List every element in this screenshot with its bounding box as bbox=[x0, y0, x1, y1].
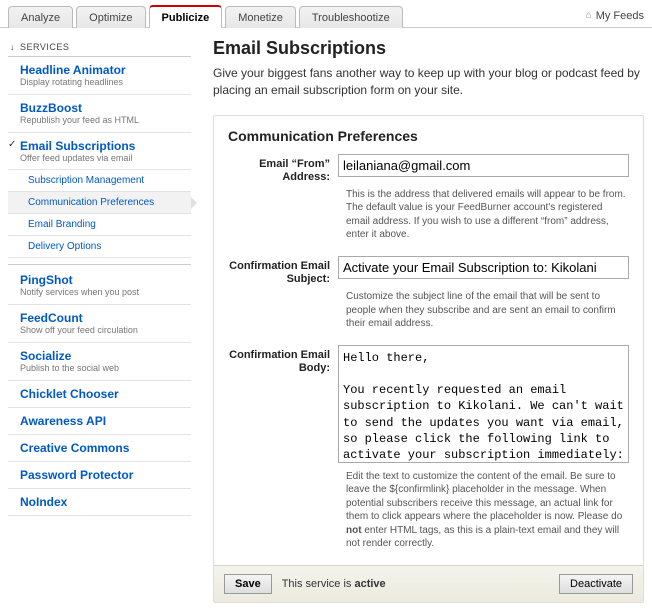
subject-help: Customize the subject line of the email … bbox=[346, 290, 629, 331]
sidebar-item-email-branding[interactable]: Email Branding bbox=[8, 214, 191, 236]
arrow-down-icon: ↓ bbox=[10, 42, 15, 52]
services-sidebar: ↓ SERVICES Headline AnimatorDisplay rota… bbox=[8, 38, 191, 603]
service-title: BuzzBoost bbox=[20, 101, 189, 115]
sidebar-item-delivery-options[interactable]: Delivery Options bbox=[8, 236, 191, 258]
page-intro: Give your biggest fans another way to ke… bbox=[213, 65, 644, 99]
service-desc: Show off your feed circulation bbox=[20, 325, 189, 336]
panel-title: Communication Preferences bbox=[228, 128, 629, 144]
service-desc: Offer feed updates via email bbox=[20, 153, 189, 164]
main-content: Email Subscriptions Give your biggest fa… bbox=[191, 38, 644, 603]
sidebar-header: ↓ SERVICES bbox=[8, 38, 191, 57]
subject-input[interactable] bbox=[338, 256, 629, 279]
my-feeds-link[interactable]: ⌂ My Feeds bbox=[586, 10, 644, 22]
sidebar-item-creative-commons[interactable]: Creative Commons bbox=[8, 435, 191, 462]
service-title: Communication Preferences bbox=[28, 197, 189, 208]
service-title: Creative Commons bbox=[20, 441, 189, 455]
service-title: Chicklet Chooser bbox=[20, 387, 189, 401]
sidebar-header-label: SERVICES bbox=[20, 42, 69, 52]
sidebar-item-headline-animator[interactable]: Headline AnimatorDisplay rotating headli… bbox=[8, 57, 191, 95]
service-desc: Display rotating headlines bbox=[20, 77, 189, 88]
from-label: Email “From” Address: bbox=[228, 154, 338, 184]
body-textarea[interactable] bbox=[338, 345, 629, 463]
tab-troubleshootize[interactable]: Troubleshootize bbox=[299, 6, 403, 28]
service-title: Socialize bbox=[20, 349, 189, 363]
service-desc: Publish to the social web bbox=[20, 363, 189, 374]
sidebar-item-email-subscriptions[interactable]: Email SubscriptionsOffer feed updates vi… bbox=[8, 133, 191, 171]
from-help: This is the address that delivered email… bbox=[346, 188, 629, 242]
sidebar-item-feedcount[interactable]: FeedCountShow off your feed circulation bbox=[8, 305, 191, 343]
home-icon: ⌂ bbox=[586, 10, 592, 21]
service-title: NoIndex bbox=[20, 495, 189, 509]
sidebar-item-noindex[interactable]: NoIndex bbox=[8, 489, 191, 516]
from-address-input[interactable] bbox=[338, 154, 629, 177]
my-feeds-label: My Feeds bbox=[596, 10, 644, 22]
tab-optimize[interactable]: Optimize bbox=[76, 6, 145, 28]
service-desc: Republish your feed as HTML bbox=[20, 115, 189, 126]
service-title: Awareness API bbox=[20, 414, 189, 428]
body-help: Edit the text to customize the content o… bbox=[346, 470, 629, 551]
service-title: Email Branding bbox=[28, 219, 189, 230]
service-title: Subscription Management bbox=[28, 175, 189, 186]
service-title: PingShot bbox=[20, 273, 189, 287]
service-title: Headline Animator bbox=[20, 63, 189, 77]
sidebar-item-socialize[interactable]: SocializePublish to the social web bbox=[8, 343, 191, 381]
tabs-bar: AnalyzeOptimizePublicizeMonetizeTroubles… bbox=[0, 0, 652, 28]
status-text: This service is active bbox=[282, 578, 386, 590]
service-title: Password Protector bbox=[20, 468, 189, 482]
sidebar-item-awareness-api[interactable]: Awareness API bbox=[8, 408, 191, 435]
tab-analyze[interactable]: Analyze bbox=[8, 6, 73, 28]
tab-publicize[interactable]: Publicize bbox=[149, 5, 223, 28]
service-desc: Notify services when you post bbox=[20, 287, 189, 298]
body-label: Confirmation Email Body: bbox=[228, 345, 338, 466]
subject-label: Confirmation Email Subject: bbox=[228, 256, 338, 286]
page-title: Email Subscriptions bbox=[213, 38, 644, 59]
deactivate-button[interactable]: Deactivate bbox=[559, 574, 633, 594]
service-title: FeedCount bbox=[20, 311, 189, 325]
service-title: Email Subscriptions bbox=[20, 139, 189, 153]
save-button[interactable]: Save bbox=[224, 574, 272, 594]
sidebar-item-password-protector[interactable]: Password Protector bbox=[8, 462, 191, 489]
panel-footer: Save This service is active Deactivate bbox=[214, 565, 643, 602]
service-title: Delivery Options bbox=[28, 241, 189, 252]
tab-monetize[interactable]: Monetize bbox=[225, 6, 296, 28]
comm-prefs-panel: Communication Preferences Email “From” A… bbox=[213, 115, 644, 603]
sidebar-item-chicklet-chooser[interactable]: Chicklet Chooser bbox=[8, 381, 191, 408]
sidebar-item-communication-preferences[interactable]: Communication Preferences bbox=[8, 192, 191, 214]
sidebar-item-buzzboost[interactable]: BuzzBoostRepublish your feed as HTML bbox=[8, 95, 191, 133]
sidebar-item-subscription-management[interactable]: Subscription Management bbox=[8, 170, 191, 192]
sidebar-item-pingshot[interactable]: PingShotNotify services when you post bbox=[8, 264, 191, 305]
